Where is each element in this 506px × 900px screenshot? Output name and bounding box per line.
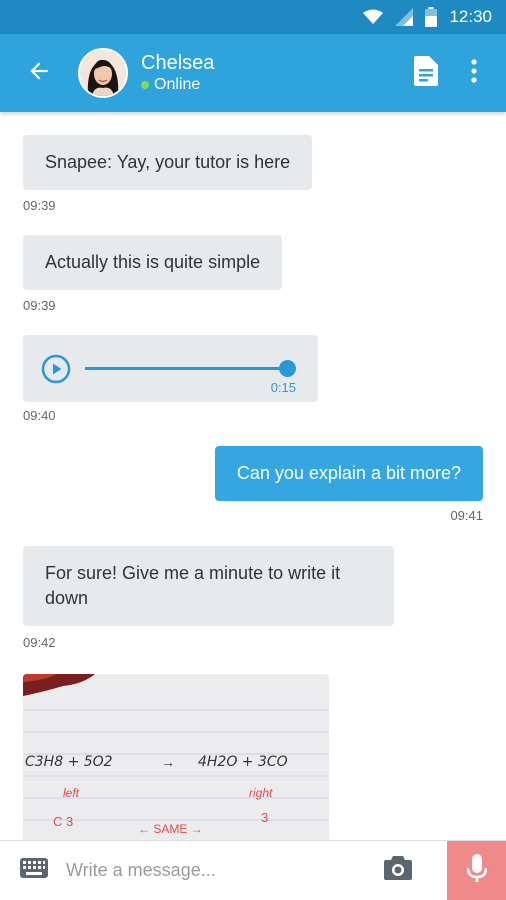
contact-name: Chelsea	[141, 52, 215, 74]
handwritten-right-value: 3	[261, 810, 269, 825]
handwritten-equation-right: 4H2O + 3CO	[198, 754, 288, 770]
play-button[interactable]	[41, 354, 71, 384]
more-vert-icon	[470, 58, 478, 88]
back-button[interactable]	[13, 47, 65, 99]
contact-status: Online	[141, 75, 214, 95]
message-time: 09:39	[23, 298, 56, 313]
message-bubble[interactable]: Actually this is quite simple	[23, 235, 283, 290]
signal-icon	[395, 8, 414, 26]
online-indicator	[141, 81, 149, 89]
handwritten-arrow: →	[161, 754, 175, 770]
image-message[interactable]: C3H8 + 5O2 → 4H2O + 3CO left right C 3 ←…	[23, 674, 329, 840]
message-time: 09:39	[23, 198, 56, 213]
chat-header: Chelsea Online	[0, 34, 506, 112]
document-button[interactable]	[402, 49, 450, 97]
audio-duration: 0:15	[270, 380, 296, 395]
handwritten-right-label: right	[249, 786, 273, 800]
message-bubble[interactable]: Snapee: Yay, your tutor is here	[23, 135, 313, 190]
microphone-icon	[466, 853, 487, 889]
status-time: 12:30	[449, 7, 492, 26]
audio-seek-handle[interactable]	[279, 360, 296, 377]
camera-icon	[384, 856, 412, 885]
battery-icon	[425, 7, 438, 27]
header-actions	[402, 49, 506, 97]
message-time: 09:41	[450, 508, 483, 523]
message-composer	[0, 840, 506, 900]
audio-progress-track[interactable]	[85, 367, 290, 370]
message-list[interactable]: Snapee: Yay, your tutor is here 09:39 Ac…	[0, 112, 506, 840]
microphone-button[interactable]	[447, 841, 506, 900]
keyboard-icon	[20, 858, 48, 883]
keyboard-button[interactable]	[16, 856, 52, 886]
handwritten-same-label: ← SAME →	[138, 822, 203, 836]
message-bubble-outgoing[interactable]: Can you explain a bit more?	[214, 446, 483, 501]
more-options-button[interactable]	[450, 49, 498, 97]
document-icon	[414, 55, 438, 91]
status-bar: 12:30	[0, 0, 506, 34]
camera-button[interactable]	[378, 851, 418, 891]
message-bubble[interactable]: For sure! Give me a minute to write it d…	[23, 546, 394, 626]
audio-message[interactable]: 0:15	[23, 335, 318, 402]
contact-info[interactable]: Chelsea Online	[141, 51, 214, 95]
wifi-icon	[363, 9, 384, 25]
play-icon	[41, 354, 71, 388]
contact-status-label: Online	[154, 76, 201, 93]
avatar[interactable]	[78, 48, 128, 98]
handwritten-left-label: left	[63, 786, 80, 800]
handwritten-left-value: C 3	[53, 814, 74, 829]
handwritten-equation-left: C3H8 + 5O2	[25, 754, 113, 770]
arrow-left-icon	[26, 58, 52, 89]
message-input[interactable]	[66, 850, 366, 891]
message-time: 09:42	[23, 635, 56, 650]
message-time: 09:40	[23, 408, 56, 423]
